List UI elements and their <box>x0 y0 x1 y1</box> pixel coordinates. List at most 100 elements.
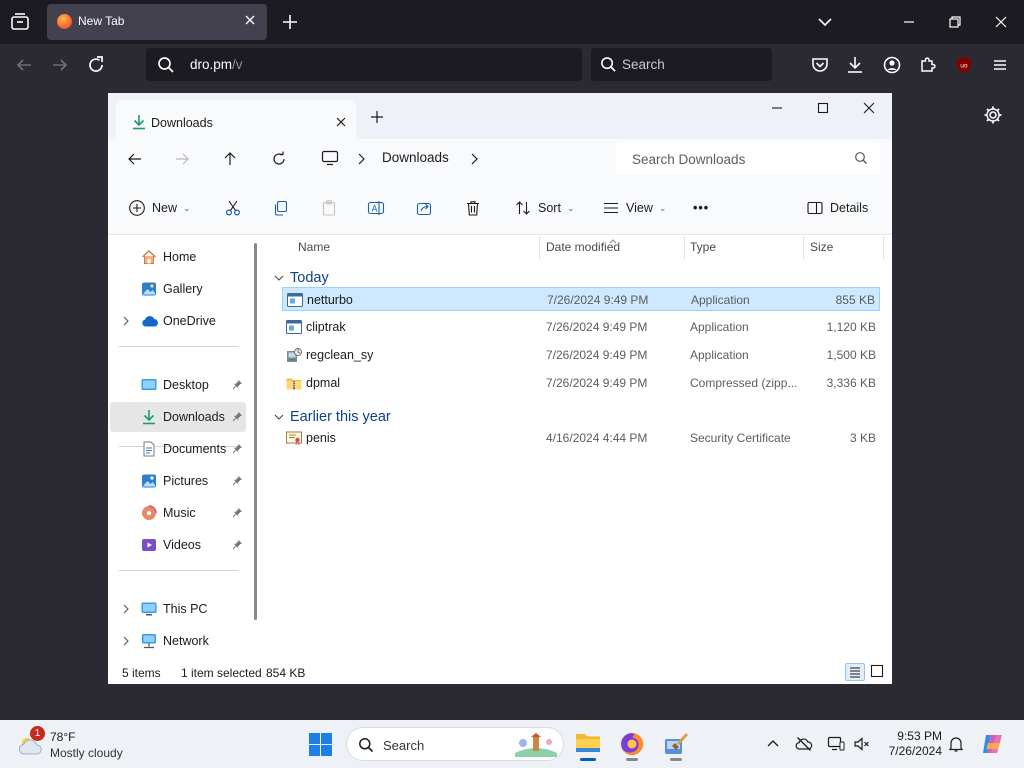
list-all-tabs-icon[interactable] <box>9 12 31 32</box>
pin-icon[interactable] <box>232 475 243 486</box>
weather-widget[interactable]: 1 78°F Mostly cloudy <box>16 726 166 762</box>
sidebar-item-music[interactable]: Music <box>110 498 246 528</box>
explorer-tab-downloads[interactable]: Downloads <box>116 100 356 139</box>
sidebar-item-desktop[interactable]: Desktop <box>110 370 246 400</box>
close-tab-icon[interactable] <box>243 13 257 27</box>
table-row[interactable]: dpmal 7/26/2024 9:49 PM Compressed (zipp… <box>282 371 880 395</box>
sidebar-item-downloads[interactable]: Downloads <box>110 402 246 432</box>
file-size: 3 KB <box>849 431 876 445</box>
show-hidden-icons-chevron-icon[interactable] <box>764 735 782 753</box>
column-divider[interactable] <box>684 237 685 259</box>
table-row[interactable]: regclean_sy 7/26/2024 9:49 PM Applicatio… <box>282 343 880 367</box>
copilot-icon[interactable] <box>980 731 1006 757</box>
rename-button[interactable]: A <box>367 198 385 218</box>
column-header-type[interactable]: Type <box>690 240 716 254</box>
sidebar-scrollbar[interactable] <box>254 243 257 620</box>
details-pane-button[interactable]: Details <box>806 198 868 218</box>
breadcrumb-downloads[interactable]: Downloads <box>382 150 449 165</box>
volume-muted-icon[interactable] <box>853 735 871 753</box>
pin-icon[interactable] <box>232 507 243 518</box>
sidebar-item-onedrive[interactable]: OneDrive <box>110 306 246 336</box>
table-row[interactable]: cliptrak 7/26/2024 9:49 PM Application 1… <box>282 315 880 339</box>
cloud-offline-icon[interactable] <box>795 735 813 753</box>
table-row[interactable]: netturbo 7/26/2024 9:49 PM Application 8… <box>282 287 880 311</box>
copy-button[interactable] <box>272 198 290 218</box>
sidebar-item-pictures[interactable]: Pictures <box>110 466 246 496</box>
pocket-icon[interactable] <box>808 53 832 77</box>
explorer-search-input[interactable]: Search Downloads <box>616 142 880 174</box>
group-header-earlier-this-year[interactable]: Earlier this year <box>274 409 391 425</box>
maximize-icon[interactable] <box>814 99 832 117</box>
chevron-right-icon[interactable] <box>121 315 131 327</box>
column-divider[interactable] <box>883 237 884 259</box>
forward-arrow-icon[interactable] <box>48 53 72 77</box>
reload-icon[interactable] <box>84 53 108 77</box>
display-network-icon[interactable] <box>827 735 845 753</box>
ublock-origin-icon[interactable]: uo <box>952 53 976 77</box>
account-icon[interactable] <box>880 53 904 77</box>
sidebar-item-documents[interactable]: Documents <box>110 434 246 464</box>
close-tab-icon[interactable] <box>334 115 348 129</box>
close-window-icon[interactable] <box>989 10 1013 34</box>
view-button[interactable]: View ⌄ <box>602 198 666 218</box>
browser-tab-new-tab[interactable]: New Tab <box>47 4 267 40</box>
pin-icon[interactable] <box>232 411 243 422</box>
sidebar-item-this-pc[interactable]: This PC <box>110 594 246 624</box>
large-icons-view-icon[interactable] <box>868 663 888 681</box>
sidebar-item-home[interactable]: Home <box>110 242 246 272</box>
hamburger-menu-icon[interactable] <box>988 53 1012 77</box>
minimize-icon[interactable] <box>768 99 786 117</box>
column-header-size[interactable]: Size <box>810 240 833 254</box>
pin-icon[interactable] <box>232 379 243 390</box>
group-header-today[interactable]: Today <box>274 270 329 286</box>
sidebar-item-gallery[interactable]: Gallery <box>110 274 246 304</box>
forward-arrow-icon[interactable] <box>172 149 192 169</box>
minimize-icon[interactable] <box>897 10 921 34</box>
sidebar-item-videos[interactable]: Videos <box>110 530 246 560</box>
windows-start-icon[interactable] <box>309 733 332 756</box>
new-tab-plus-icon[interactable] <box>280 12 300 32</box>
breadcrumb[interactable] <box>313 142 605 174</box>
downloads-icon[interactable] <box>843 53 867 77</box>
taskbar-clock[interactable]: 9:53 PM 7/26/2024 <box>880 729 942 759</box>
details-view-icon[interactable] <box>845 663 865 681</box>
explorer-command-bar: New ⌄ A Sort ⌄ View ⌄ ••• Details <box>108 181 892 235</box>
chevron-right-icon[interactable] <box>121 603 131 615</box>
refresh-icon[interactable] <box>269 149 289 169</box>
sidebar-item-label: This PC <box>163 602 208 616</box>
taskbar-search-box[interactable]: Search <box>346 727 564 761</box>
delete-button[interactable] <box>464 198 482 218</box>
notification-bell-icon[interactable] <box>947 735 965 753</box>
see-more-button[interactable]: ••• <box>693 198 709 218</box>
new-tab-plus-icon[interactable] <box>370 110 384 124</box>
taskbar-firefox[interactable] <box>616 728 648 761</box>
paste-button[interactable] <box>320 198 338 218</box>
column-divider[interactable] <box>539 237 540 259</box>
sort-button[interactable]: Sort ⌄ <box>514 198 574 218</box>
tab-overflow-chevron-icon[interactable] <box>813 10 837 34</box>
cut-button[interactable] <box>224 198 242 218</box>
chevron-right-icon[interactable] <box>470 153 478 168</box>
back-arrow-icon[interactable] <box>125 149 145 169</box>
up-arrow-icon[interactable] <box>220 149 240 169</box>
pin-icon[interactable] <box>232 539 243 550</box>
extensions-icon[interactable] <box>916 53 940 77</box>
pin-icon[interactable] <box>232 443 243 454</box>
column-divider[interactable] <box>803 237 804 259</box>
chevron-right-icon[interactable] <box>357 153 365 168</box>
restore-icon[interactable] <box>943 10 967 34</box>
sidebar-item-network[interactable]: Network <box>110 626 246 656</box>
table-row[interactable]: penis 4/16/2024 4:44 PM Security Certifi… <box>282 426 880 450</box>
chevron-right-icon[interactable] <box>121 635 131 647</box>
new-button[interactable]: New ⌄ <box>128 198 191 218</box>
taskbar-file-explorer[interactable] <box>572 728 604 761</box>
close-window-icon[interactable] <box>860 99 878 117</box>
newtab-settings-gear-icon[interactable] <box>982 104 1004 126</box>
column-header-date[interactable]: Date modified <box>546 240 620 254</box>
column-header-name[interactable]: Name <box>298 240 330 254</box>
share-button[interactable] <box>415 198 433 218</box>
back-arrow-icon[interactable] <box>12 53 36 77</box>
taskbar-cleanup-tool[interactable] <box>660 728 692 761</box>
url-bar[interactable]: dro.pm/v <box>146 48 582 81</box>
web-search-box[interactable]: Search <box>591 48 772 81</box>
